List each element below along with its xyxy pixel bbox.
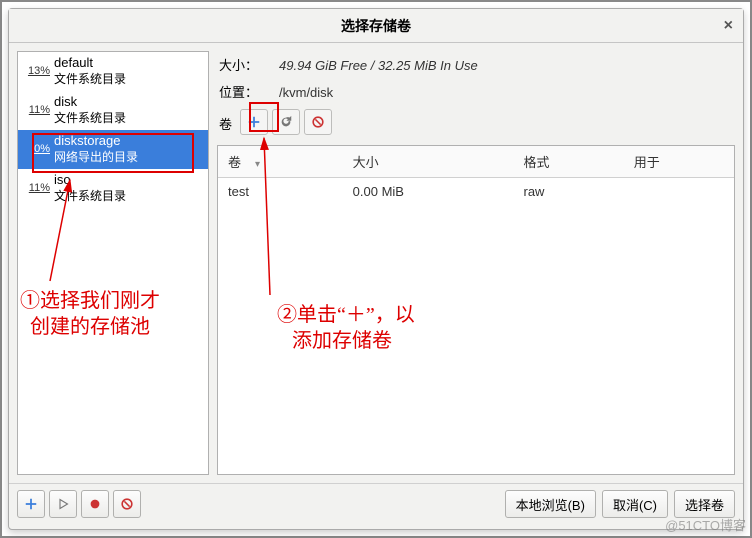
vol-name: test: [218, 178, 343, 206]
choose-volume-button[interactable]: 选择卷: [674, 490, 735, 518]
close-icon[interactable]: ×: [724, 9, 733, 43]
cancel-button[interactable]: 取消(C): [602, 490, 668, 518]
local-browse-button[interactable]: 本地浏览(B): [505, 490, 596, 518]
volumes-section-label: 卷: [219, 114, 232, 133]
col-name: 卷▾: [218, 146, 343, 178]
add-volume-button[interactable]: [240, 109, 268, 135]
add-pool-button[interactable]: [17, 490, 45, 518]
col-format[interactable]: 格式: [514, 146, 624, 178]
delete-pool-button[interactable]: [113, 490, 141, 518]
pool-usage-pct: 0%: [22, 143, 50, 155]
storage-pool-list[interactable]: 13% default 文件系统目录 11% disk 文件系统目录 0%: [17, 51, 209, 475]
vol-usedby: [624, 178, 734, 206]
pool-item-iso[interactable]: 11% iso 文件系统目录: [18, 169, 208, 208]
plus-icon: [247, 115, 261, 129]
storage-volume-dialog: 选择存储卷 × 13% default 文件系统目录 11% disk 文件系统…: [8, 8, 744, 530]
pool-name: disk: [54, 94, 126, 109]
pool-usage-pct: 11%: [22, 104, 50, 116]
pool-type: 网络导出的目录: [54, 148, 138, 165]
stop-pool-button[interactable]: [81, 490, 109, 518]
col-size[interactable]: 大小: [343, 146, 514, 178]
pool-name: diskstorage: [54, 133, 138, 148]
delete-volume-button[interactable]: [304, 109, 332, 135]
titlebar: 选择存储卷 ×: [9, 9, 743, 43]
pool-item-diskstorage[interactable]: 0% diskstorage 网络导出的目录: [18, 130, 208, 169]
col-usedby[interactable]: 用于: [624, 146, 734, 178]
vol-size: 0.00 MiB: [343, 178, 514, 206]
pool-usage-pct: 13%: [22, 65, 50, 77]
pool-type: 文件系统目录: [54, 187, 126, 204]
pool-type: 文件系统目录: [54, 109, 126, 126]
start-pool-button[interactable]: [49, 490, 77, 518]
size-label: 大小：: [219, 55, 279, 74]
table-row[interactable]: test 0.00 MiB raw: [218, 178, 734, 206]
pool-item-default[interactable]: 13% default 文件系统目录: [18, 52, 208, 91]
delete-icon: [120, 497, 134, 511]
refresh-button[interactable]: [272, 109, 300, 135]
play-icon: [57, 498, 69, 510]
location-value: /kvm/disk: [279, 85, 333, 100]
vol-format: raw: [514, 178, 624, 206]
sort-indicator-icon: ▾: [255, 159, 260, 170]
pool-item-disk[interactable]: 11% disk 文件系统目录: [18, 91, 208, 130]
pool-name: iso: [54, 172, 126, 187]
pool-usage-pct: 11%: [22, 182, 50, 194]
dialog-title: 选择存储卷: [341, 18, 411, 34]
plus-icon: [24, 497, 38, 511]
pool-name: default: [54, 55, 126, 70]
size-value: 49.94 GiB Free / 32.25 MiB In Use: [279, 58, 478, 73]
record-icon: [88, 497, 102, 511]
volume-table[interactable]: 卷▾ 大小 格式 用于 test 0.00 MiB raw: [217, 145, 735, 475]
pool-type: 文件系统目录: [54, 70, 126, 87]
location-label: 位置：: [219, 82, 279, 101]
refresh-icon: [279, 115, 293, 129]
delete-icon: [311, 115, 325, 129]
